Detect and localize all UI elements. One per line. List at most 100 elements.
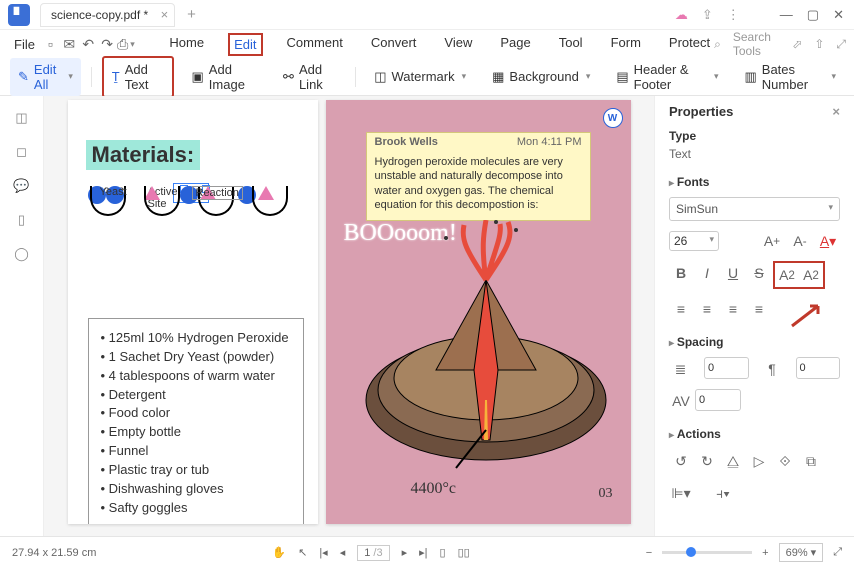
- share-icon[interactable]: ⇪: [702, 7, 713, 23]
- font-size-select[interactable]: 26▾: [669, 231, 719, 251]
- strikethrough-button[interactable]: S: [747, 261, 771, 285]
- underline-button[interactable]: U: [721, 261, 745, 285]
- zoom-out-icon[interactable]: −: [646, 547, 652, 559]
- image-icon: ▣: [192, 69, 204, 85]
- comments-icon[interactable]: 💬: [13, 178, 29, 194]
- file-menu[interactable]: File: [8, 37, 41, 52]
- zoom-in-icon[interactable]: +: [762, 547, 768, 559]
- add-image-button[interactable]: ▣ Add Image: [184, 58, 266, 96]
- tab-page[interactable]: Page: [496, 33, 534, 56]
- export-icon[interactable]: ⇧: [814, 37, 824, 51]
- align-center-button[interactable]: ≡: [695, 297, 719, 321]
- close-panel-icon[interactable]: ×: [832, 104, 840, 119]
- search-icon[interactable]: ⌕: [714, 37, 721, 52]
- tab-comment[interactable]: Comment: [283, 33, 347, 56]
- superscript-button[interactable]: A2: [775, 263, 799, 287]
- line-spacing-input[interactable]: 0: [704, 357, 748, 379]
- page-number: 03: [599, 486, 613, 502]
- tab-protect[interactable]: Protect: [665, 33, 714, 56]
- background-button[interactable]: ▦ Background▾: [484, 65, 598, 89]
- fit-page-icon[interactable]: ⤢: [833, 546, 842, 559]
- align-right-button[interactable]: ≡: [721, 297, 745, 321]
- page-right: W Brook Wells Mon 4:11 PM Hydrogen perox…: [326, 100, 631, 524]
- first-page-icon[interactable]: |◂: [319, 546, 327, 559]
- open-external-icon[interactable]: ⬀: [792, 37, 802, 51]
- subscript-button[interactable]: A2: [799, 263, 823, 287]
- tab-form[interactable]: Form: [607, 33, 645, 56]
- font-family-select[interactable]: SimSun▾: [669, 197, 840, 221]
- search-panel-icon[interactable]: ◯: [14, 246, 29, 262]
- annotation-note[interactable]: Brook Wells Mon 4:11 PM Hydrogen peroxid…: [366, 132, 591, 221]
- add-link-button[interactable]: ⚯ Add Link: [275, 58, 345, 96]
- thumbnails-icon[interactable]: ◫: [15, 110, 27, 126]
- page-input[interactable]: 1 /3: [357, 545, 389, 561]
- cloud-icon[interactable]: ☁: [675, 7, 688, 23]
- crop-icon[interactable]: ⟐: [773, 449, 797, 473]
- document-canvas[interactable]: Materials: text H2O2 Active Site Yeast R…: [44, 96, 654, 536]
- kebab-icon[interactable]: ⋮: [727, 7, 740, 23]
- header-footer-button[interactable]: ▤ Header & Footer▾: [608, 58, 726, 96]
- hand-tool-icon[interactable]: ✋: [272, 546, 286, 559]
- list-item: Detergent: [101, 386, 291, 405]
- close-window-button[interactable]: ✕: [833, 7, 844, 23]
- font-color-icon[interactable]: A▾: [816, 229, 840, 253]
- extract-icon[interactable]: ⧉: [799, 449, 823, 473]
- decrease-font-icon[interactable]: A-: [788, 229, 812, 253]
- flip-v-icon[interactable]: ▷: [747, 449, 771, 473]
- bold-button[interactable]: B: [669, 261, 693, 285]
- edit-all-button[interactable]: ✎ Edit All▾: [10, 58, 81, 96]
- select-tool-icon[interactable]: ↖: [298, 546, 307, 559]
- maximize-button[interactable]: ▢: [807, 7, 819, 23]
- add-text-button[interactable]: Ṯ Add Text: [102, 56, 174, 98]
- rotate-right-icon[interactable]: ↻: [695, 449, 719, 473]
- page-dimensions: 27.94 x 21.59 cm: [12, 547, 96, 559]
- watermark-button[interactable]: ◫ Watermark▾: [366, 65, 474, 89]
- last-page-icon[interactable]: ▸|: [419, 546, 427, 559]
- zoom-slider[interactable]: [662, 551, 752, 554]
- paragraph-spacing-icon: ¶: [761, 357, 784, 381]
- bates-icon: ▥: [744, 69, 756, 85]
- background-icon: ▦: [492, 69, 504, 85]
- distribute-v-icon[interactable]: ⫞▾: [711, 481, 735, 505]
- tab-convert[interactable]: Convert: [367, 33, 421, 56]
- close-tab-icon[interactable]: ×: [161, 7, 169, 22]
- italic-button[interactable]: I: [695, 261, 719, 285]
- volcano-illustration: [346, 220, 616, 480]
- redo-icon[interactable]: ↷: [98, 33, 117, 55]
- prev-page-icon[interactable]: ◂: [340, 546, 346, 559]
- tab-tool[interactable]: Tool: [555, 33, 587, 56]
- undo-icon[interactable]: ↶: [79, 33, 98, 55]
- mail-icon[interactable]: ✉: [60, 33, 79, 55]
- spacing-section-label: Spacing: [669, 335, 840, 349]
- tab-edit[interactable]: Edit: [228, 33, 262, 56]
- tab-view[interactable]: View: [440, 33, 476, 56]
- align-justify-button[interactable]: ≡: [747, 297, 771, 321]
- save-icon[interactable]: ▫: [41, 33, 60, 55]
- distribute-h-icon[interactable]: ⊫▾: [669, 481, 693, 505]
- attachments-icon[interactable]: ▯: [18, 212, 25, 228]
- two-page-icon[interactable]: ▯▯: [458, 546, 470, 559]
- paragraph-spacing-input[interactable]: 0: [796, 357, 840, 379]
- expand-icon[interactable]: ⤢: [836, 37, 846, 52]
- edit-icon: ✎: [18, 69, 29, 85]
- print-icon[interactable]: ⎙▾: [117, 33, 136, 55]
- list-item: 1 Sachet Dry Yeast (powder): [101, 348, 291, 367]
- document-tab[interactable]: science-copy.pdf * ×: [40, 3, 175, 27]
- zoom-select[interactable]: 69% ▾: [779, 543, 824, 562]
- minimize-button[interactable]: —: [780, 7, 793, 22]
- single-page-icon[interactable]: ▯: [440, 546, 446, 559]
- bates-number-button[interactable]: ▥ Bates Number▾: [736, 58, 844, 96]
- increase-font-icon[interactable]: A+: [760, 229, 784, 253]
- search-tools-placeholder[interactable]: Search Tools: [733, 30, 780, 58]
- char-spacing-input[interactable]: 0: [695, 389, 741, 411]
- flip-h-icon[interactable]: ⧋: [721, 449, 745, 473]
- tab-home[interactable]: Home: [165, 33, 208, 56]
- highlight-arrow: [790, 302, 824, 328]
- rotate-left-icon[interactable]: ↺: [669, 449, 693, 473]
- materials-list: 125ml 10% Hydrogen Peroxide 1 Sachet Dry…: [88, 318, 304, 524]
- bookmarks-icon[interactable]: ◻: [16, 144, 27, 160]
- add-tab-button[interactable]: +: [187, 6, 196, 23]
- align-left-button[interactable]: ≡: [669, 297, 693, 321]
- next-page-icon[interactable]: ▸: [402, 546, 408, 559]
- list-item: Plastic tray or tub: [101, 461, 291, 480]
